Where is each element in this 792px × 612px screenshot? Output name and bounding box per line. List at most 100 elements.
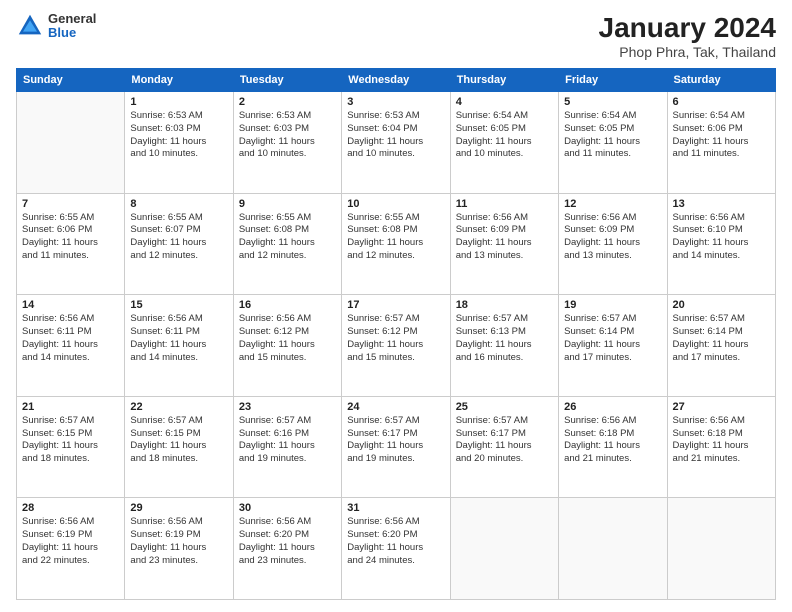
day-info: Sunrise: 6:57 AM Sunset: 6:13 PM Dayligh… [456,313,553,364]
day-number: 19 [564,299,661,311]
day-number: 5 [564,96,661,108]
day-number: 31 [347,502,444,514]
day-number: 3 [347,96,444,108]
day-number: 29 [130,502,227,514]
calendar-day-cell [667,498,775,600]
day-number: 12 [564,198,661,210]
day-info: Sunrise: 6:57 AM Sunset: 6:17 PM Dayligh… [347,415,444,466]
calendar-day-cell [450,498,558,600]
calendar-week-row: 14 Sunrise: 6:56 AM Sunset: 6:11 PM Dayli… [17,295,776,397]
day-number: 9 [239,198,336,210]
logo-blue: Blue [48,26,96,40]
calendar-week-row: 21Sunrise: 6:57 AM Sunset: 6:15 PM Dayli… [17,396,776,498]
calendar-day-cell: 26Sunrise: 6:56 AM Sunset: 6:18 PM Dayli… [559,396,667,498]
day-number: 20 [673,299,770,311]
calendar-header: SundayMondayTuesdayWednesdayThursdayFrid… [17,69,776,92]
day-number: 26 [564,401,661,413]
day-info: Sunrise: 6:57 AM Sunset: 6:15 PM Dayligh… [130,415,227,466]
calendar-day-cell: 13Sunrise: 6:56 AM Sunset: 6:10 PM Dayli… [667,193,775,295]
day-info: Sunrise: 6:56 AM Sunset: 6:19 PM Dayligh… [22,516,119,567]
day-info: Sunrise: 6:57 AM Sunset: 6:14 PM Dayligh… [564,313,661,364]
calendar-day-cell: 29 Sunrise: 6:56 AM Sunset: 6:19 PM Dayli… [125,498,233,600]
day-info: Sunrise: 6:57 AM Sunset: 6:14 PM Dayligh… [673,313,770,364]
day-info: Sunrise: 6:56 AM Sunset: 6:12 PM Dayligh… [239,313,336,364]
calendar-day-cell: 7Sunrise: 6:55 AM Sunset: 6:06 PM Daylig… [17,193,125,295]
day-number: 2 [239,96,336,108]
day-info: Sunrise: 6:56 AM Sunset: 6:19 PM Dayligh… [130,516,227,567]
day-number: 10 [347,198,444,210]
calendar-header-cell: Monday [125,69,233,92]
day-number: 7 [22,198,119,210]
day-number: 30 [239,502,336,514]
day-info: Sunrise: 6:57 AM Sunset: 6:17 PM Dayligh… [456,415,553,466]
day-info: Sunrise: 6:56 AM Sunset: 6:20 PM Dayligh… [239,516,336,567]
day-info: Sunrise: 6:56 AM Sunset: 6:20 PM Dayligh… [347,516,444,567]
day-number: 8 [130,198,227,210]
calendar-table: SundayMondayTuesdayWednesdayThursdayFrid… [16,68,776,600]
calendar-day-cell: 28 Sunrise: 6:56 AM Sunset: 6:19 PM Dayli… [17,498,125,600]
calendar-day-cell: 15 Sunrise: 6:56 AM Sunset: 6:11 PM Dayli… [125,295,233,397]
calendar-day-cell: 30 Sunrise: 6:56 AM Sunset: 6:20 PM Dayli… [233,498,341,600]
day-number: 28 [22,502,119,514]
main-title: January 2024 [599,12,776,44]
calendar-week-row: 28 Sunrise: 6:56 AM Sunset: 6:19 PM Dayli… [17,498,776,600]
calendar-week-row: 7Sunrise: 6:55 AM Sunset: 6:06 PM Daylig… [17,193,776,295]
calendar-day-cell: 5 Sunrise: 6:54 AM Sunset: 6:05 PM Daylig… [559,92,667,194]
logo-icon [16,12,44,40]
calendar-day-cell: 23Sunrise: 6:57 AM Sunset: 6:16 PM Dayli… [233,396,341,498]
day-info: Sunrise: 6:56 AM Sunset: 6:11 PM Dayligh… [130,313,227,364]
day-info: Sunrise: 6:53 AM Sunset: 6:04 PM Dayligh… [347,110,444,161]
day-info: Sunrise: 6:57 AM Sunset: 6:12 PM Dayligh… [347,313,444,364]
day-info: Sunrise: 6:54 AM Sunset: 6:05 PM Dayligh… [456,110,553,161]
logo: General Blue [16,12,96,41]
day-number: 14 [22,299,119,311]
calendar-day-cell: 9Sunrise: 6:55 AM Sunset: 6:08 PM Daylig… [233,193,341,295]
day-info: Sunrise: 6:56 AM Sunset: 6:11 PM Dayligh… [22,313,119,364]
calendar-header-cell: Tuesday [233,69,341,92]
header: General Blue January 2024 Phop Phra, Tak… [16,12,776,60]
day-number: 13 [673,198,770,210]
calendar-day-cell: 31 Sunrise: 6:56 AM Sunset: 6:20 PM Dayli… [342,498,450,600]
day-info: Sunrise: 6:56 AM Sunset: 6:09 PM Dayligh… [564,212,661,263]
calendar-header-cell: Saturday [667,69,775,92]
title-block: January 2024 Phop Phra, Tak, Thailand [599,12,776,60]
day-number: 23 [239,401,336,413]
day-info: Sunrise: 6:56 AM Sunset: 6:18 PM Dayligh… [673,415,770,466]
calendar-day-cell: 19 Sunrise: 6:57 AM Sunset: 6:14 PM Dayli… [559,295,667,397]
calendar-day-cell: 27Sunrise: 6:56 AM Sunset: 6:18 PM Dayli… [667,396,775,498]
day-info: Sunrise: 6:53 AM Sunset: 6:03 PM Dayligh… [130,110,227,161]
calendar-day-cell: 21Sunrise: 6:57 AM Sunset: 6:15 PM Dayli… [17,396,125,498]
logo-text: General Blue [48,12,96,41]
day-info: Sunrise: 6:54 AM Sunset: 6:05 PM Dayligh… [564,110,661,161]
day-number: 18 [456,299,553,311]
day-info: Sunrise: 6:56 AM Sunset: 6:09 PM Dayligh… [456,212,553,263]
day-number: 11 [456,198,553,210]
day-number: 1 [130,96,227,108]
calendar-day-cell: 1 Sunrise: 6:53 AM Sunset: 6:03 PM Daylig… [125,92,233,194]
calendar-day-cell: 16Sunrise: 6:56 AM Sunset: 6:12 PM Dayli… [233,295,341,397]
day-number: 15 [130,299,227,311]
subtitle: Phop Phra, Tak, Thailand [599,44,776,60]
calendar-day-cell: 22 Sunrise: 6:57 AM Sunset: 6:15 PM Dayli… [125,396,233,498]
calendar-header-cell: Friday [559,69,667,92]
calendar-day-cell: 14 Sunrise: 6:56 AM Sunset: 6:11 PM Dayli… [17,295,125,397]
calendar-header-cell: Wednesday [342,69,450,92]
day-number: 22 [130,401,227,413]
header-row: SundayMondayTuesdayWednesdayThursdayFrid… [17,69,776,92]
calendar-week-row: 1 Sunrise: 6:53 AM Sunset: 6:03 PM Daylig… [17,92,776,194]
calendar-day-cell: 10Sunrise: 6:55 AM Sunset: 6:08 PM Dayli… [342,193,450,295]
day-info: Sunrise: 6:54 AM Sunset: 6:06 PM Dayligh… [673,110,770,161]
day-number: 24 [347,401,444,413]
calendar-day-cell: 4Sunrise: 6:54 AM Sunset: 6:05 PM Daylig… [450,92,558,194]
calendar-day-cell [17,92,125,194]
calendar-day-cell: 24 Sunrise: 6:57 AM Sunset: 6:17 PM Dayli… [342,396,450,498]
calendar-day-cell: 20 Sunrise: 6:57 AM Sunset: 6:14 PM Dayli… [667,295,775,397]
calendar-day-cell [559,498,667,600]
calendar-header-cell: Thursday [450,69,558,92]
day-number: 17 [347,299,444,311]
day-info: Sunrise: 6:57 AM Sunset: 6:15 PM Dayligh… [22,415,119,466]
calendar-day-cell: 6Sunrise: 6:54 AM Sunset: 6:06 PM Daylig… [667,92,775,194]
calendar-day-cell: 11 Sunrise: 6:56 AM Sunset: 6:09 PM Dayli… [450,193,558,295]
day-info: Sunrise: 6:53 AM Sunset: 6:03 PM Dayligh… [239,110,336,161]
calendar-day-cell: 17 Sunrise: 6:57 AM Sunset: 6:12 PM Dayli… [342,295,450,397]
